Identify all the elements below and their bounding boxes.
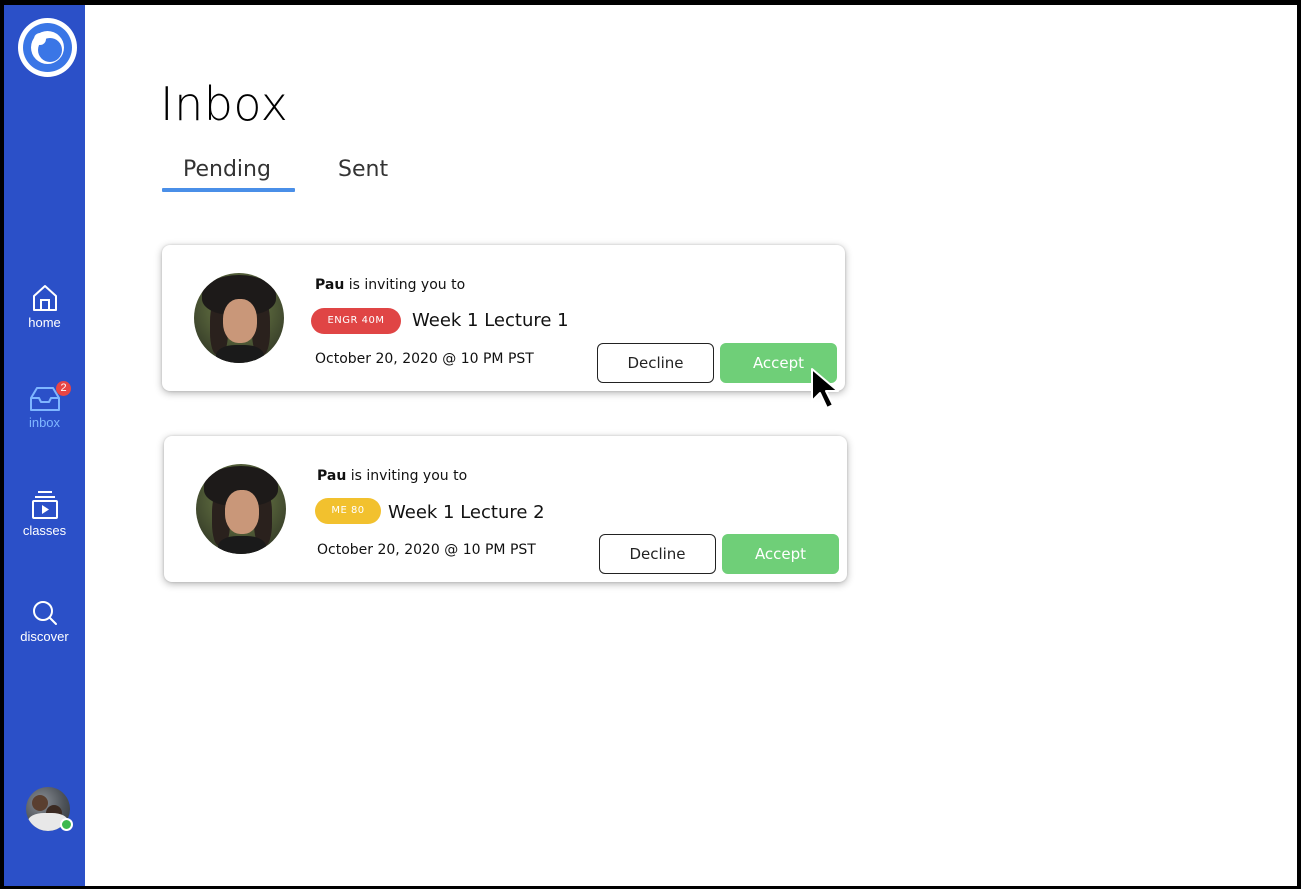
invite-card: Pau is inviting you to ME 80 Week 1 Lect… — [164, 436, 847, 582]
accept-button[interactable]: Accept — [722, 534, 839, 574]
event-date: October 20, 2020 @ 10 PM PST — [317, 542, 536, 558]
sidebar: home 2 inbox classes discover — [4, 5, 85, 886]
event-date: October 20, 2020 @ 10 PM PST — [315, 351, 534, 367]
invite-text: is inviting you to — [344, 277, 466, 293]
mouse-cursor-icon — [811, 368, 839, 409]
sidebar-item-label: classes — [22, 523, 67, 538]
inviter-avatar — [194, 273, 284, 363]
invite-card: Pau is inviting you to ENGR 40M Week 1 L… — [162, 245, 845, 391]
home-icon — [32, 285, 57, 311]
invite-message: Pau is inviting you to — [317, 468, 467, 484]
classes-icon — [31, 491, 58, 519]
active-tab-indicator — [162, 188, 295, 192]
online-status-dot — [60, 818, 73, 831]
invite-text: is inviting you to — [346, 468, 468, 484]
lecture-title: Week 1 Lecture 1 — [412, 310, 569, 331]
invite-message: Pau is inviting you to — [315, 277, 465, 293]
tab-pending[interactable]: Pending — [183, 157, 271, 182]
user-avatar[interactable] — [26, 787, 73, 831]
inviter-name: Pau — [317, 468, 347, 484]
sidebar-item-inbox[interactable]: 2 inbox — [4, 381, 85, 430]
search-icon — [32, 601, 57, 625]
course-tag: ENGR 40M — [311, 308, 401, 334]
sidebar-item-label: inbox — [28, 415, 61, 430]
inviter-name: Pau — [315, 277, 345, 293]
decline-button[interactable]: Decline — [597, 343, 714, 383]
sidebar-item-label: home — [28, 315, 61, 330]
inbox-badge: 2 — [56, 381, 71, 396]
sidebar-item-home[interactable]: home — [4, 283, 85, 330]
course-tag: ME 80 — [315, 498, 381, 524]
sidebar-item-discover[interactable]: discover — [4, 599, 85, 644]
app-logo[interactable] — [18, 18, 77, 77]
inviter-avatar — [196, 464, 286, 554]
lecture-title: Week 1 Lecture 2 — [388, 502, 545, 523]
app-window: home 2 inbox classes discover Inbox Pend… — [4, 5, 1297, 886]
sidebar-item-classes[interactable]: classes — [4, 489, 85, 538]
page-title: Inbox — [160, 77, 289, 131]
decline-button[interactable]: Decline — [599, 534, 716, 574]
tab-sent[interactable]: Sent — [338, 157, 388, 182]
sidebar-item-label: discover — [20, 629, 69, 644]
